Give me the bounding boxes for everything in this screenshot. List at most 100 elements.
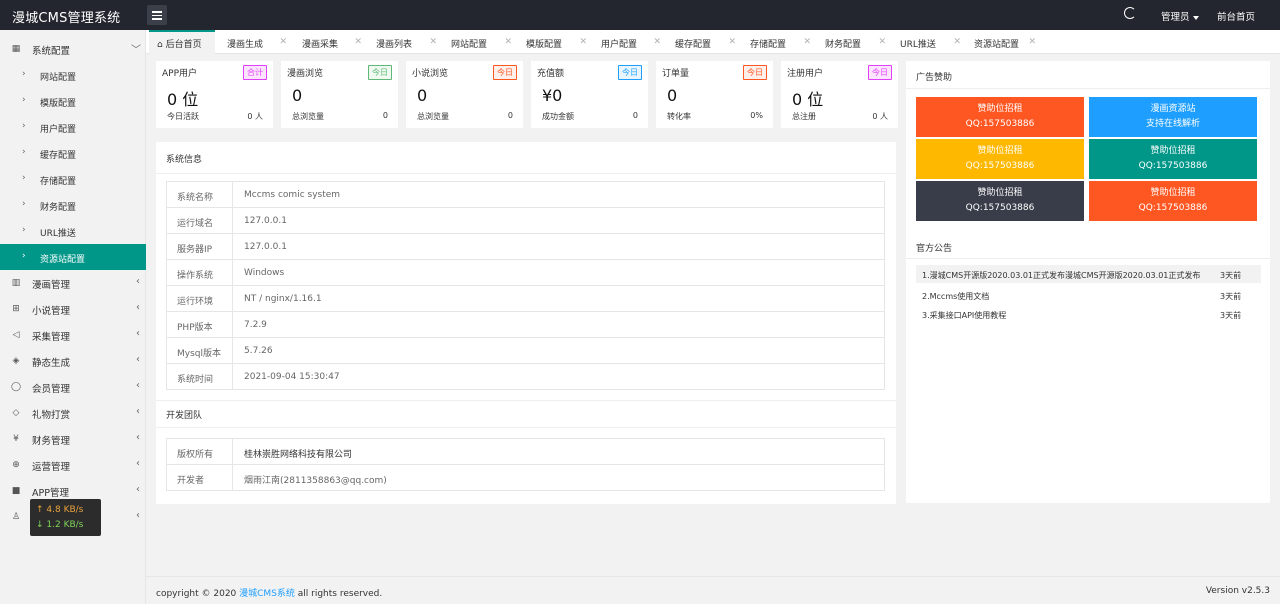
close-icon[interactable]: ✕ [653,37,661,47]
tab-user-config[interactable]: 用户配置 ✕ [591,30,665,54]
sidebar-subitem-label: 模版配置 [40,99,77,109]
tab-storage-config[interactable]: 存储配置 ✕ [740,30,815,54]
layers-icon: ◈ [12,356,20,366]
stat-badge: 合计 [243,65,267,80]
close-icon[interactable]: ✕ [279,37,287,47]
stat-badge: 今日 [618,65,642,80]
diamond-icon: ◇ [12,408,20,418]
tab-home[interactable]: ⌂ 后台首页 [149,30,215,54]
ad-line-2: QQ:157503886 [965,161,1035,171]
tab-label: 漫画列表 [376,40,413,50]
sidebar-item-member[interactable]: ◯ 会员管理 ‹ [0,374,146,400]
ad-slot[interactable]: 漫画资源站支持在线解析 [1089,97,1257,137]
tab-template-config[interactable]: 模版配置 ✕ [516,30,591,54]
ad-line-1: 漫画资源站 [1150,104,1196,114]
sidebar-item-label: 采集管理 [32,332,71,343]
stat-card-registered-users: 注册用户 今日 0 位 总注册 0 人 [781,61,898,128]
sidebar-item-gift[interactable]: ◇ 礼物打赏 ‹ [0,400,146,426]
close-icon[interactable]: ✕ [354,37,362,47]
tab-comic-list[interactable]: 漫画列表 ✕ [366,30,441,54]
table-row: 操作系统 Windows [167,260,884,286]
frontpage-link[interactable]: 前台首页 [1217,9,1255,23]
top-header: 漫城CMS管理系统 管理员 前台首页 [0,0,1280,30]
close-icon[interactable]: ✕ [803,37,811,47]
book-icon: ▥ [11,278,21,288]
tab-label: 资源站配置 [974,40,1020,50]
chevron-left-icon: ‹ [136,380,140,391]
sidebar-subitem-user-config[interactable]: › 用户配置 [0,114,146,140]
close-icon[interactable]: ✕ [429,37,437,47]
chevron-left-icon: ‹ [136,484,140,495]
tab-finance-config[interactable]: 财务配置 ✕ [815,30,890,54]
tab-cache-config[interactable]: 缓存配置 ✕ [665,30,740,54]
ad-line-1: 赞助位招租 [977,146,1023,156]
sidebar-item-label: 礼物打赏 [32,410,71,421]
sidebar-subitem-template-config[interactable]: › 模版配置 [0,88,146,114]
tab-url-push[interactable]: URL推送 ✕ [890,30,965,54]
stat-sub-value: 0 [632,111,638,120]
sidebar-subitem-url-push[interactable]: › URL推送 [0,218,146,244]
row-key: 运行环境 [167,286,233,311]
tab-resource-config[interactable]: 资源站配置 ✕ [965,30,1040,54]
copyright-prefix: copyright © 2020 [156,589,240,599]
close-icon[interactable]: ✕ [728,37,736,47]
stat-card-app-users: APP用户 合计 0 位 今日活跃 0 人 [156,61,273,128]
sidebar-subitem-label: 用户配置 [40,125,77,135]
notice-item[interactable]: 2.Mccms使用文档 3天前 [916,286,1261,304]
stat-sub-value: 0 [507,111,513,120]
tab-comic-generate[interactable]: 漫画生成 ✕ [217,30,291,54]
stat-title: 小说浏览 [412,69,449,79]
close-icon[interactable]: ✕ [953,37,961,47]
stat-value: 0 [667,86,678,105]
stat-card-comic-views: 漫画浏览 今日 0 总浏览量 0 [281,61,398,128]
footer-link[interactable]: 漫城CMS系统 [239,589,295,599]
notice-title: 3.采集接口API使用教程 [922,311,1007,320]
ad-slot[interactable]: 赞助位招租 QQ:157503886 [916,139,1084,179]
ad-slot[interactable]: 赞助位招租 QQ:157503886 [1089,139,1257,179]
sidebar-item-comic[interactable]: ▥ 漫画管理 ‹ [0,270,146,296]
sidebar-subitem-cache-config[interactable]: › 缓存配置 [0,140,146,166]
stat-badge: 今日 [493,65,517,80]
admin-menu[interactable]: 管理员 [1161,9,1199,23]
app-logo[interactable]: 漫城CMS管理系统 [12,7,120,26]
chevron-left-icon: ‹ [136,432,140,443]
sidebar-subitem-storage-config[interactable]: › 存储配置 [0,166,146,192]
ad-line-1: 赞助位招租 [1150,188,1196,198]
notice-item[interactable]: 1.漫城CMS开源版2020.03.01正式发布漫城CMS开源版2020.03.… [916,265,1261,283]
ad-slot[interactable]: 赞助位招租 QQ:157503886 [916,181,1084,221]
menu-toggle-icon[interactable] [147,5,167,25]
sidebar-item-operation[interactable]: ⊕ 运营管理 ‹ [0,452,146,478]
sidebar-item-system-config[interactable]: ▦ 系统配置 ﹀ [0,36,146,62]
sidebar-item-static[interactable]: ◈ 静态生成 ‹ [0,348,146,374]
stat-value: 0 [292,86,303,105]
chevron-left-icon: ‹ [136,458,140,469]
panel-title: 开发团队 [166,411,203,421]
globe-icon: ⊕ [12,460,20,470]
sidebar-item-finance[interactable]: ¥ 财务管理 ‹ [0,426,146,452]
sidebar-subitem-finance-config[interactable]: › 财务配置 [0,192,146,218]
refresh-icon[interactable] [1124,7,1136,19]
tab-site-config[interactable]: 网站配置 ✕ [441,30,516,54]
sidebar-item-novel[interactable]: ⊞ 小说管理 ‹ [0,296,146,322]
sidebar-item-label: 小说管理 [32,306,71,317]
sidebar-item-collect[interactable]: ◁ 采集管理 ‹ [0,322,146,348]
upload-speed: ↑ 4.8 KB/s [36,505,84,515]
ad-line-2: 支持在线解析 [1145,119,1200,129]
close-icon[interactable]: ✕ [504,37,512,47]
notice-item[interactable]: 3.采集接口API使用教程 3天前 [916,305,1261,323]
footer: copyright © 2020 漫城CMS系统 all rights rese… [146,576,1280,604]
sidebar-subitem-resource-config[interactable]: › 资源站配置 [0,244,146,270]
close-icon[interactable]: ✕ [1028,37,1036,47]
stat-badge: 今日 [368,65,392,80]
stat-title: 注册用户 [787,69,824,79]
ad-slot[interactable]: 赞助位招租 QQ:157503886 [916,97,1084,137]
table-row: Mysql版本 5.7.26 [167,338,884,364]
tab-comic-collect[interactable]: 漫画采集 ✕ [291,30,366,54]
person-icon: ♙ [11,512,21,522]
close-icon[interactable]: ✕ [579,37,587,47]
tab-label: URL推送 [900,40,936,50]
sidebar-subitem-site-config[interactable]: › 网站配置 [0,62,146,88]
row-value: 5.7.26 [244,346,273,356]
close-icon[interactable]: ✕ [878,37,886,47]
ad-slot[interactable]: 赞助位招租 QQ:157503886 [1089,181,1257,221]
